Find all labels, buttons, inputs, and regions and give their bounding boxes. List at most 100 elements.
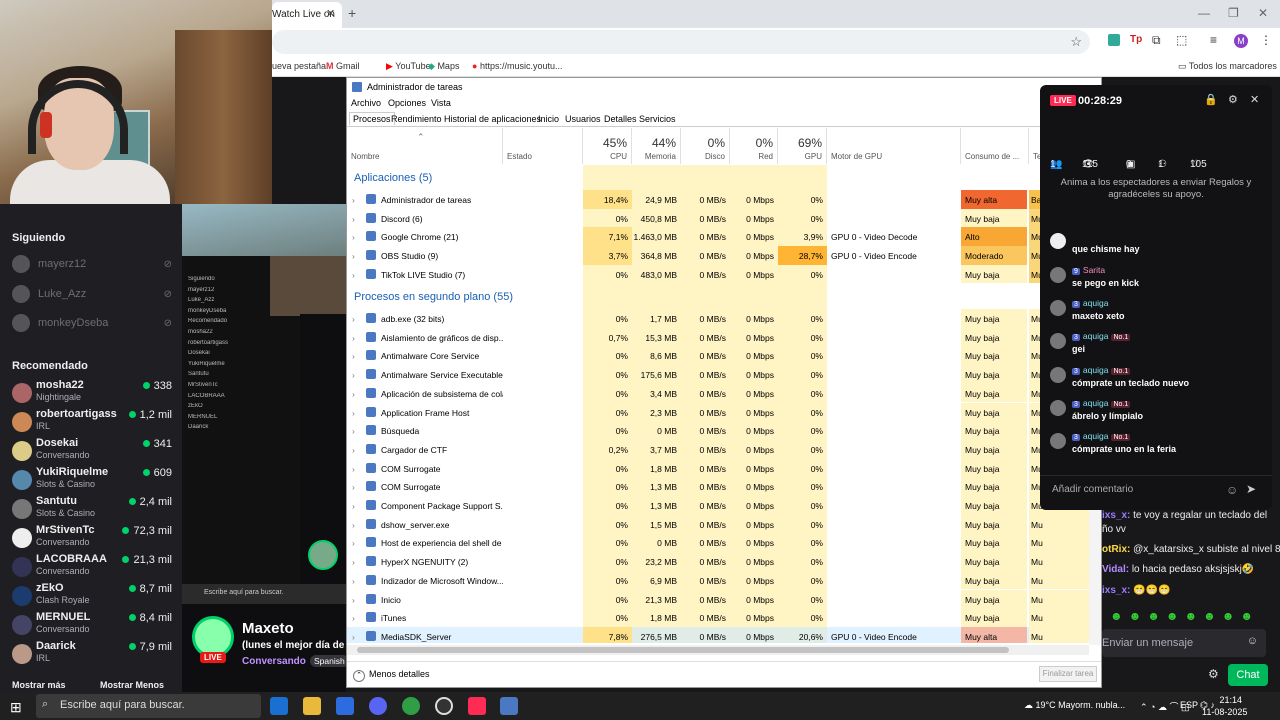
expand-chevron-icon[interactable]: › (352, 464, 355, 474)
expand-chevron-icon[interactable]: › (352, 370, 355, 380)
column-header-network[interactable]: 0% Red (730, 128, 778, 164)
chat-send-button[interactable]: Chat (1228, 664, 1268, 686)
process-row[interactable]: › dshow_server.exe 0% 1,5 MB 0 MB/s 0 Mbps 0% M… (347, 514, 1101, 534)
comment-item[interactable]: 9 Sarita se pego en kick (1050, 265, 1270, 298)
process-row[interactable]: › Application Frame Host 0% 2,3 MB 0 MB/s 0 M… (347, 402, 1101, 422)
column-header-gpu[interactable]: 69% GPU (778, 128, 827, 164)
process-row[interactable]: › Google Chrome (21) 7,1% 1.463,0 MB 0 MB/s 0… (347, 227, 1101, 247)
new-tab-button[interactable]: + (348, 5, 356, 21)
bookmark-music[interactable]: ● https://music.youtu... (472, 61, 563, 71)
comment-item[interactable]: 3 aquiga maxeto xeto (1050, 298, 1270, 331)
tab-servicios[interactable]: Servicios (639, 114, 676, 124)
tab-inicio[interactable]: Inicio (538, 114, 559, 124)
expand-chevron-icon[interactable]: › (352, 389, 355, 399)
menu-opciones[interactable]: Opciones (388, 98, 426, 108)
recommended-channel[interactable]: mosha22 Nightingale 338 (12, 379, 172, 408)
expand-chevron-icon[interactable]: › (352, 595, 355, 605)
following-item[interactable]: monkeyDseba ⊘ (12, 311, 172, 335)
process-row[interactable]: › Discord (6) 0% 450,8 MB 0 MB/s 0 Mbps 0% Muy … (347, 208, 1101, 228)
show-more-link[interactable]: Mostrar más (12, 680, 66, 690)
end-task-button[interactable]: Finalizar tarea (1039, 666, 1097, 682)
process-row[interactable]: › Antimalware Service Executable 0% 175,6 M… (347, 365, 1101, 384)
clock-time[interactable]: 21:14 (1214, 695, 1242, 705)
puzzle-icon[interactable]: ⧉ (1152, 33, 1161, 48)
apps-group-header[interactable]: Aplicaciones (5) (354, 172, 432, 184)
expand-chevron-icon[interactable]: › (352, 351, 355, 361)
lock-icon[interactable]: 🔒 (1204, 93, 1218, 106)
tab-usuarios[interactable]: Usuarios (565, 114, 601, 124)
process-row[interactable]: › Indizador de Microsoft Window... 0% 6,9 M… (347, 570, 1101, 590)
clock-date[interactable]: 11-08-2025 (1202, 707, 1247, 717)
start-button[interactable]: ⊞ (10, 699, 22, 716)
process-row[interactable]: › Inicio 0% 21,3 MB 0 MB/s 0 Mbps 0% Muy baja Mu (347, 589, 1101, 609)
tiktok-live-studio-icon[interactable] (468, 697, 486, 715)
tab-detalles[interactable]: Detalles (604, 114, 637, 124)
file-explorer-icon[interactable] (303, 697, 321, 715)
all-bookmarks[interactable]: ▭ Todos los marcadores (1178, 61, 1277, 72)
expand-chevron-icon[interactable]: › (352, 482, 355, 492)
emote-picker-icon[interactable]: ☺ (1247, 635, 1258, 647)
process-row[interactable]: › Aislamiento de gráficos de disp... 0,7% 1… (347, 327, 1101, 347)
background-group-header[interactable]: Procesos en segundo plano (55) (354, 291, 513, 303)
column-header-gpu-engine[interactable]: Motor de GPU (827, 128, 961, 164)
column-header-cpu[interactable]: 45% CPU (583, 128, 632, 164)
recommended-channel[interactable]: MERNUEL Conversando 8,4 mil (12, 611, 172, 640)
bookmark-star-icon[interactable]: ☆ (1070, 34, 1082, 50)
language-tag[interactable]: Spanish (310, 655, 349, 667)
expand-chevron-icon[interactable]: › (352, 557, 355, 567)
comment-item[interactable]: 3 aquiga No.1 cómprate un teclado nuevo (1050, 365, 1270, 398)
settings-icon[interactable]: ⚙ (1228, 93, 1238, 106)
expand-chevron-icon[interactable]: › (352, 214, 355, 224)
expand-chevron-icon[interactable]: › (352, 520, 355, 530)
recommended-channel[interactable]: zEkO Clash Royale 8,7 mil (12, 582, 172, 611)
chat-settings-icon[interactable]: ⚙ (1208, 667, 1219, 681)
expand-chevron-icon[interactable]: › (352, 576, 355, 586)
recommended-channel[interactable]: Santutu Slots & Casino 2,4 mil (12, 495, 172, 524)
following-item[interactable]: mayerz12 ⊘ (12, 252, 172, 276)
edge-icon[interactable] (270, 697, 288, 715)
extensions-menu-icon[interactable]: ⬚ (1176, 33, 1187, 47)
process-row[interactable]: › adb.exe (32 bits) 0% 1,7 MB 0 MB/s 0 Mbps 0%… (347, 309, 1101, 328)
comment-item[interactable]: 3 aquiga No.1 gei (1050, 331, 1270, 364)
expand-chevron-icon[interactable]: › (352, 232, 355, 242)
expand-chevron-icon[interactable]: › (352, 251, 355, 261)
store-icon[interactable] (336, 697, 354, 715)
process-row[interactable]: › Aplicación de subsistema de cola 0% 3,4 M… (347, 383, 1101, 403)
recommended-channel[interactable]: LACOBRAAA Conversando 21,3 mil (12, 553, 172, 582)
weather[interactable]: ☁ 19°C Mayorm. nubla... (1024, 700, 1125, 711)
tab-close-icon[interactable]: ✕ (326, 7, 335, 20)
process-row[interactable]: › Cargador de CTF 0,2% 3,7 MB 0 MB/s 0 Mbps 0%… (347, 439, 1101, 459)
close-icon[interactable]: ✕ (1250, 93, 1259, 106)
recommended-channel[interactable]: Dosekai Conversando 341 (12, 437, 172, 466)
column-header-disk[interactable]: 0% Disco (681, 128, 730, 164)
bookmark-new-tab[interactable]: ueva pestaña (272, 61, 326, 71)
recommended-channel[interactable]: MrStivenTc Conversando 72,3 mil (12, 524, 172, 553)
comment-item[interactable]: 3 aquiga No.1 cómprate uno en la feria (1050, 431, 1270, 464)
following-item[interactable]: Luke_Azz ⊘ (12, 282, 172, 306)
expand-chevron-icon[interactable]: › (352, 314, 355, 324)
tab-rendimiento[interactable]: Rendimiento (391, 114, 442, 124)
chrome-menu-icon[interactable]: ⋮ (1260, 33, 1272, 47)
column-header-status[interactable]: Estado (503, 128, 583, 164)
horizontal-scrollbar[interactable] (347, 645, 1089, 655)
process-row[interactable]: › iTunes 0% 1,8 MB 0 MB/s 0 Mbps 0% Muy baja Mu (347, 608, 1101, 627)
process-row[interactable]: › OBS Studio (9) 3,7% 364,8 MB 0 MB/s 0 Mbps 2… (347, 246, 1101, 265)
minimize-window-icon[interactable]: — (1198, 6, 1210, 20)
expand-chevron-icon[interactable]: › (352, 538, 355, 548)
menu-vista[interactable]: Vista (431, 98, 451, 108)
comment-input[interactable]: Añadir comentario ☺ ➤ (1040, 475, 1272, 505)
process-row[interactable]: › Administrador de tareas 18,4% 24,9 MB 0 MB… (347, 190, 1101, 209)
expand-chevron-icon[interactable]: › (352, 632, 355, 642)
process-row[interactable]: › COM Surrogate 0% 1,3 MB 0 MB/s 0 Mbps 0% Muy … (347, 477, 1101, 496)
extensions-icon[interactable] (1108, 34, 1120, 46)
maximize-window-icon[interactable]: ❐ (1228, 6, 1239, 20)
bookmark-youtube[interactable]: ▶ YouTube (386, 61, 431, 72)
profile-avatar[interactable]: M (1234, 34, 1248, 48)
discord-icon[interactable] (369, 697, 387, 715)
process-row[interactable]: › Component Package Support S... 0% 1,3 MB 0… (347, 496, 1101, 515)
tp-extension-icon[interactable]: Tp (1130, 34, 1142, 45)
show-less-link[interactable]: Mostrar Menos (100, 680, 164, 690)
browser-tab[interactable]: Watch Live on ✕ (272, 2, 342, 28)
expand-chevron-icon[interactable]: › (352, 445, 355, 455)
close-window-icon[interactable]: ✕ (1258, 6, 1268, 20)
